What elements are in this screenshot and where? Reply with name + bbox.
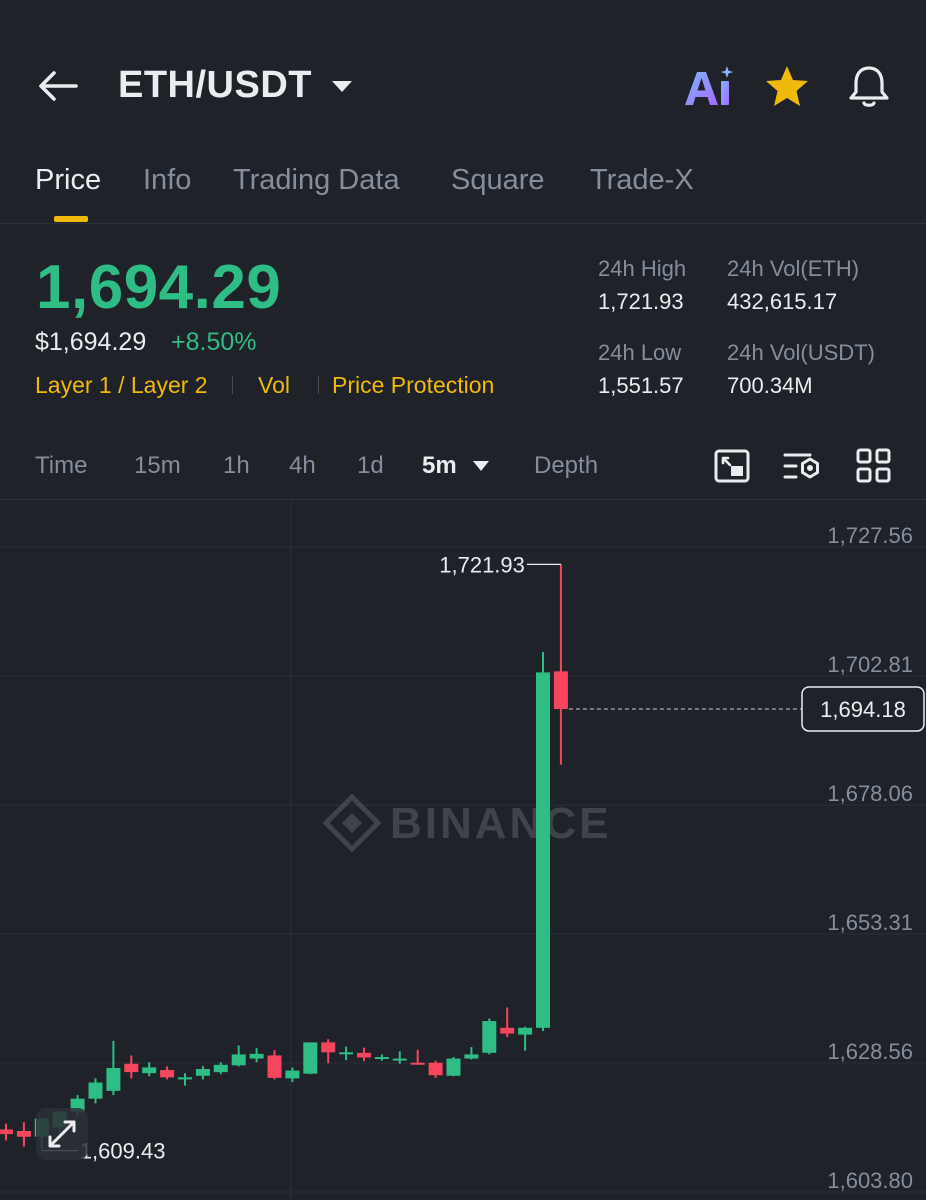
price-change: +8.50% [171, 328, 257, 356]
candle-body [518, 1027, 533, 1035]
dropdown-caret-icon[interactable] [330, 78, 354, 94]
tag-price-protection[interactable]: Price Protection [332, 372, 494, 399]
tab-bar: Price Info Trading Data Square Trade-X [0, 150, 926, 224]
tab-info[interactable]: Info [143, 164, 191, 197]
candle-body [303, 1042, 318, 1074]
interval-time[interactable]: Time [35, 452, 87, 480]
y-axis-tick-label: 1,678.06 [827, 781, 913, 806]
stat-low-value: 1,551.57 [598, 373, 684, 398]
interval-5m[interactable]: 5m [422, 452, 457, 480]
candle-body [160, 1070, 175, 1078]
price-usd: $1,694.29 [35, 328, 147, 356]
candle-body [106, 1067, 121, 1091]
chart-fullscreen-icon[interactable] [712, 446, 752, 486]
candle-body [178, 1077, 192, 1080]
y-axis-tick-label: 1,653.31 [827, 910, 913, 935]
candle-body [428, 1062, 443, 1076]
y-axis-tick-label: 1,702.81 [827, 652, 913, 677]
current-price-label: 1,694.18 [820, 697, 906, 722]
y-axis-tick-label: 1,603.80 [827, 1168, 913, 1193]
bell-icon[interactable] [846, 62, 892, 110]
tab-trade-x[interactable]: Trade-X [590, 164, 694, 197]
candle-body [410, 1062, 425, 1065]
tag-divider [318, 376, 319, 394]
candle-body [213, 1064, 228, 1073]
interval-bar: Time 15m 1h 4h 1d 5m Depth [0, 432, 926, 500]
y-axis-tick-label: 1,727.56 [827, 523, 913, 548]
tab-square[interactable]: Square [451, 164, 545, 197]
candle-body [374, 1057, 389, 1060]
stat-vol-usdt-value: 700.34M [727, 373, 813, 398]
back-arrow-icon[interactable] [36, 66, 80, 106]
candle-body [267, 1055, 282, 1078]
interval-caret-icon[interactable] [472, 460, 490, 472]
interval-depth[interactable]: Depth [534, 452, 598, 480]
candle-body [285, 1070, 300, 1079]
candle-body [464, 1054, 479, 1059]
candle-body [142, 1067, 157, 1074]
stat-vol-eth-value: 432,615.17 [727, 289, 838, 314]
stat-low-label: 24h Low [598, 340, 682, 365]
indicator-settings-icon[interactable] [782, 446, 822, 486]
tag-layer[interactable]: Layer 1 / Layer 2 [35, 372, 208, 399]
stat-vol-usdt-label: 24h Vol(USDT) [727, 340, 875, 365]
tag-divider [232, 376, 233, 394]
candle-body [357, 1052, 371, 1058]
candle-body [321, 1042, 336, 1053]
interval-1d[interactable]: 1d [357, 452, 384, 480]
last-price: 1,694.29 [36, 253, 282, 322]
candle-body [392, 1058, 407, 1061]
candle-body [88, 1082, 103, 1099]
interval-1h[interactable]: 1h [223, 452, 250, 480]
stat-vol-eth-label: 24h Vol(ETH) [727, 256, 860, 281]
watermark-text: BINANCE [390, 799, 611, 848]
interval-15m[interactable]: 15m [134, 452, 181, 480]
candle-body [500, 1027, 515, 1034]
candle-body [249, 1053, 264, 1059]
candle-body [339, 1052, 354, 1055]
expand-icon[interactable] [36, 1108, 88, 1160]
tag-vol[interactable]: Vol [258, 372, 290, 399]
grid-layout-icon[interactable] [854, 446, 894, 486]
candle-body [195, 1068, 210, 1076]
candle-body [446, 1058, 461, 1076]
stat-high-value: 1,721.93 [598, 289, 684, 314]
candle-body [16, 1131, 31, 1137]
candle-body [124, 1063, 139, 1073]
candlestick-chart[interactable]: BINANCE 1,727.56 1,702.81 1,678.06 1,653.31… [0, 500, 926, 1200]
high-marker-label: 1,721.93 [439, 552, 525, 577]
stat-high-label: 24h High [598, 256, 687, 281]
candle-body [0, 1129, 13, 1135]
candle-body [231, 1054, 246, 1066]
candle-body [553, 671, 568, 709]
star-icon[interactable] [764, 64, 810, 108]
tab-trading-data[interactable]: Trading Data [233, 164, 400, 197]
candle-body [482, 1021, 497, 1053]
tab-price[interactable]: Price [35, 164, 101, 197]
pair-title[interactable]: ETH/USDT [118, 64, 312, 107]
candle-body [536, 672, 550, 1028]
low-marker-label: 1,609.43 [80, 1139, 166, 1164]
header: ETH/USDT [0, 0, 926, 150]
active-tab-indicator [54, 216, 88, 222]
chart-canvas[interactable]: BINANCE 1,727.56 1,702.81 1,678.06 1,653.31… [0, 500, 926, 1200]
ai-icon[interactable] [682, 64, 736, 108]
y-axis-tick-label: 1,628.56 [827, 1039, 913, 1064]
interval-4h[interactable]: 4h [289, 452, 316, 480]
